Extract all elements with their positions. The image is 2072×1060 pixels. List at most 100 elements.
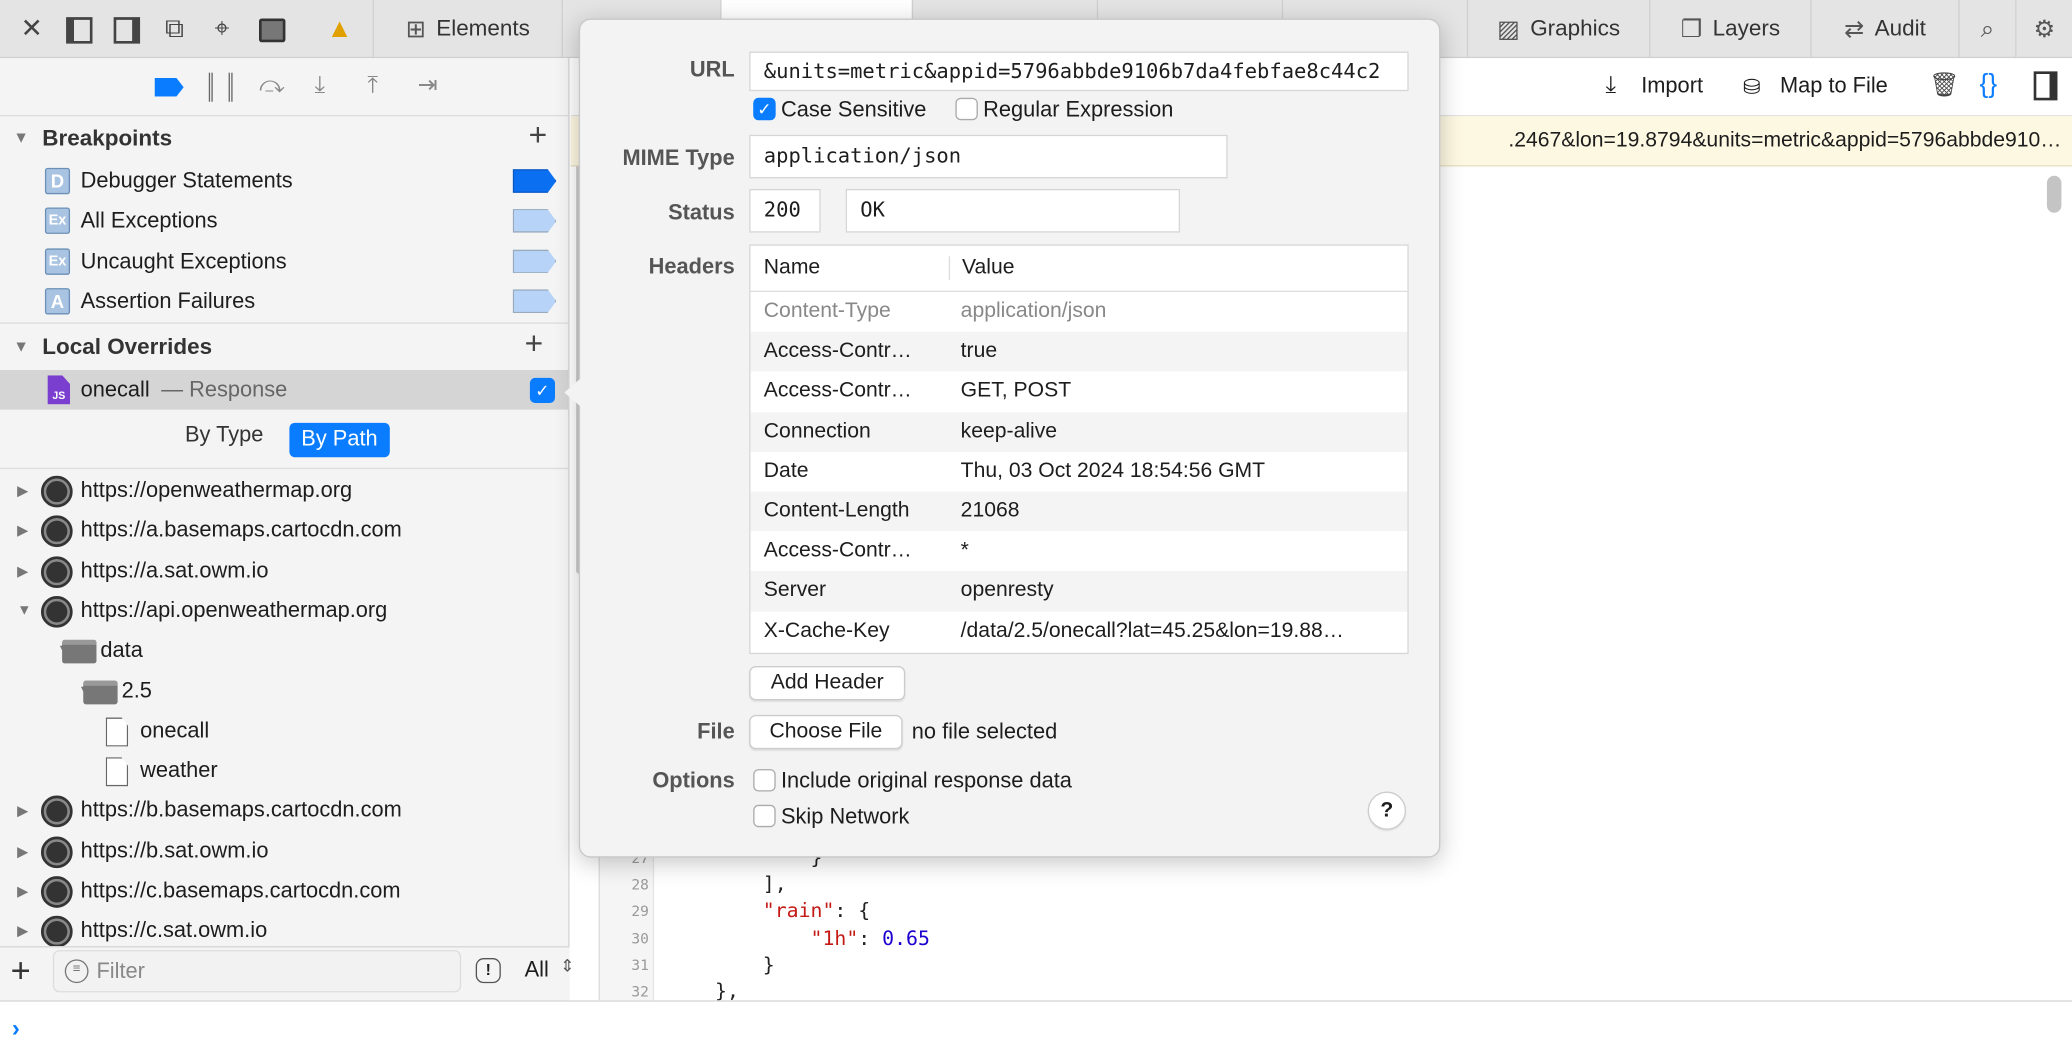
header-row[interactable]: Connection keep-alive [750, 411, 1408, 452]
code-line[interactable]: "rain": { [667, 899, 870, 923]
tab-graphics[interactable]: ▨ Graphics [1466, 0, 1649, 59]
globe-icon [40, 555, 73, 588]
filter-input[interactable]: ≡ Filter [52, 950, 462, 993]
breakpoint-item[interactable]: A Assertion Failures [0, 281, 568, 321]
breakpoint-item[interactable]: Ex All Exceptions [0, 201, 568, 241]
group-by-path[interactable]: By Path [289, 422, 390, 458]
header-row[interactable]: X-Cache-Key/data/2.5/onecall?lat=45.25&l… [750, 611, 1408, 652]
disclosure-triangle-icon[interactable]: ▶ [17, 803, 28, 820]
breakpoints-header[interactable]: ▼ Breakpoints + [0, 118, 568, 158]
tree-item[interactable]: ▼data [0, 632, 568, 672]
header-row[interactable]: Access-Contr… * [750, 531, 1408, 572]
url-input[interactable]: &units=metric&appid=5796abbde9106b7da4fe… [749, 51, 1409, 92]
disclosure-triangle-icon[interactable]: ▶ [17, 883, 28, 900]
tree-item[interactable]: weather [0, 752, 568, 792]
add-breakpoint-icon[interactable]: + [529, 118, 548, 155]
tab-elements[interactable]: ⊞ Elements [372, 0, 562, 59]
header-row[interactable]: Access-Contr… true [750, 331, 1408, 372]
help-button[interactable]: ? [1367, 791, 1407, 830]
map-to-file-button[interactable]: Map to File [1780, 74, 1888, 99]
override-item[interactable]: JS onecall — Response ✓ [0, 370, 569, 410]
exclamation-icon[interactable]: ! [475, 958, 501, 984]
trash-icon[interactable]: 🗑 [1929, 71, 1959, 99]
tree-item[interactable]: ▶ https://c.basemaps.cartocdn.com [0, 872, 568, 912]
import-button[interactable]: Import [1641, 74, 1703, 99]
close-icon[interactable]: ✕ [16, 13, 48, 45]
sources-sidebar: ⤼ ⤓ ⤒ ⇥ ▼ Breakpoints + D Debugger State… [0, 58, 582, 1001]
step-over-icon[interactable]: ⤼ [259, 71, 284, 99]
globe-icon [40, 515, 73, 548]
pretty-print-icon[interactable]: {} [1980, 70, 1998, 100]
disclosure-triangle-icon[interactable]: ▼ [13, 128, 29, 147]
regex-checkbox[interactable] [955, 97, 978, 121]
tab-layers[interactable]: ❐ Layers [1649, 0, 1810, 59]
add-header-button[interactable]: Add Header [749, 666, 906, 701]
tree-item[interactable]: ▶ https://a.basemaps.cartocdn.com [0, 512, 568, 552]
disclosure-triangle-icon[interactable]: ▶ [17, 843, 28, 860]
dock-right-icon[interactable] [111, 13, 143, 45]
skip-network-checkbox[interactable] [753, 804, 776, 828]
breakpoint-flag-icon[interactable] [512, 249, 557, 273]
header-row[interactable]: Content-Type application/json [750, 292, 1408, 332]
status-code-input[interactable]: 200 [749, 188, 821, 233]
case-sensitive-checkbox[interactable]: ✓ [753, 97, 776, 121]
disclosure-triangle-icon[interactable]: ▼ [17, 602, 31, 618]
breakpoint-flag-icon[interactable] [512, 209, 557, 233]
inspect-icon[interactable]: ⌖ [206, 13, 238, 45]
code-line[interactable]: ], [667, 872, 787, 896]
search-icon: ⌕ [1980, 15, 1995, 42]
breakpoint-type-icon: D [44, 167, 71, 195]
group-by-type[interactable]: By Type [185, 423, 263, 448]
editor-scrollbar[interactable] [2046, 175, 2062, 213]
tree-item[interactable]: ▼2.5 [0, 672, 568, 712]
override-enabled-checkbox[interactable]: ✓ [529, 377, 556, 404]
breakpoints-toggle-icon[interactable] [154, 77, 184, 97]
breakpoint-item[interactable]: D Debugger Statements [0, 161, 568, 201]
code-line[interactable]: } [667, 952, 775, 976]
tree-item[interactable]: onecall [0, 712, 568, 752]
breakpoint-flag-icon[interactable] [512, 169, 557, 193]
console-prompt[interactable]: › [0, 1000, 2072, 1060]
tree-item[interactable]: ▶ https://openweathermap.org [0, 472, 568, 512]
add-override-icon[interactable]: + [525, 326, 544, 363]
tree-item[interactable]: ▶ https://a.sat.owm.io [0, 552, 568, 592]
local-overrides-header[interactable]: ▼ Local Overrides + [0, 326, 568, 366]
breakpoint-flag-icon[interactable] [512, 289, 557, 314]
tree-item[interactable]: ▶ https://b.basemaps.cartocdn.com [0, 792, 568, 832]
disclosure-triangle-icon[interactable]: ▶ [17, 923, 28, 940]
dock-left-icon[interactable] [63, 13, 95, 45]
disclosure-triangle-icon[interactable]: ▶ [17, 522, 28, 540]
add-icon[interactable]: + [11, 950, 31, 991]
header-row[interactable]: Server openresty [750, 571, 1408, 612]
header-row[interactable]: Access-Contr… GET, POST [750, 371, 1408, 412]
step-icon[interactable]: ⇥ [418, 71, 438, 99]
step-out-icon[interactable]: ⤒ [367, 71, 378, 99]
choose-file-button[interactable]: Choose File [749, 714, 903, 750]
include-original-checkbox[interactable] [753, 769, 776, 792]
code-line[interactable]: "1h": 0.65 [667, 926, 930, 950]
line-number: 30 [631, 929, 649, 947]
tree-item[interactable]: ▶ https://b.sat.owm.io [0, 832, 568, 872]
tree-item[interactable]: ▼ https://api.openweathermap.org [0, 592, 568, 632]
device-icon[interactable] [256, 13, 288, 45]
header-row[interactable]: Date Thu, 03 Oct 2024 18:54:56 GMT [750, 451, 1408, 492]
disclosure-triangle-icon[interactable]: ▶ [17, 482, 28, 500]
step-into-icon[interactable]: ⤓ [315, 71, 326, 99]
mime-type-input[interactable]: application/json [749, 134, 1228, 179]
globe-icon [40, 916, 73, 948]
settings-button[interactable]: ⚙ [2015, 0, 2072, 59]
header-row[interactable]: Content-Length 21068 [750, 491, 1408, 532]
warning-icon[interactable]: ▲ [324, 13, 356, 45]
scope-select[interactable]: All [525, 958, 549, 983]
toggle-sidebar-icon[interactable] [2033, 71, 2058, 101]
disclosure-triangle-icon[interactable]: ▼ [13, 337, 29, 356]
graphics-icon: ▨ [1497, 15, 1520, 42]
status-text-input[interactable]: OK [845, 188, 1181, 233]
pause-icon[interactable] [208, 72, 233, 102]
disclosure-triangle-icon[interactable]: ▶ [17, 562, 28, 580]
search-button[interactable]: ⌕ [1958, 0, 2015, 59]
tab-audit[interactable]: ⇄ Audit [1810, 0, 1958, 59]
globe-icon [40, 475, 73, 508]
breakpoint-item[interactable]: Ex Uncaught Exceptions [0, 241, 568, 281]
undock-icon[interactable]: ⧉ [159, 13, 191, 45]
